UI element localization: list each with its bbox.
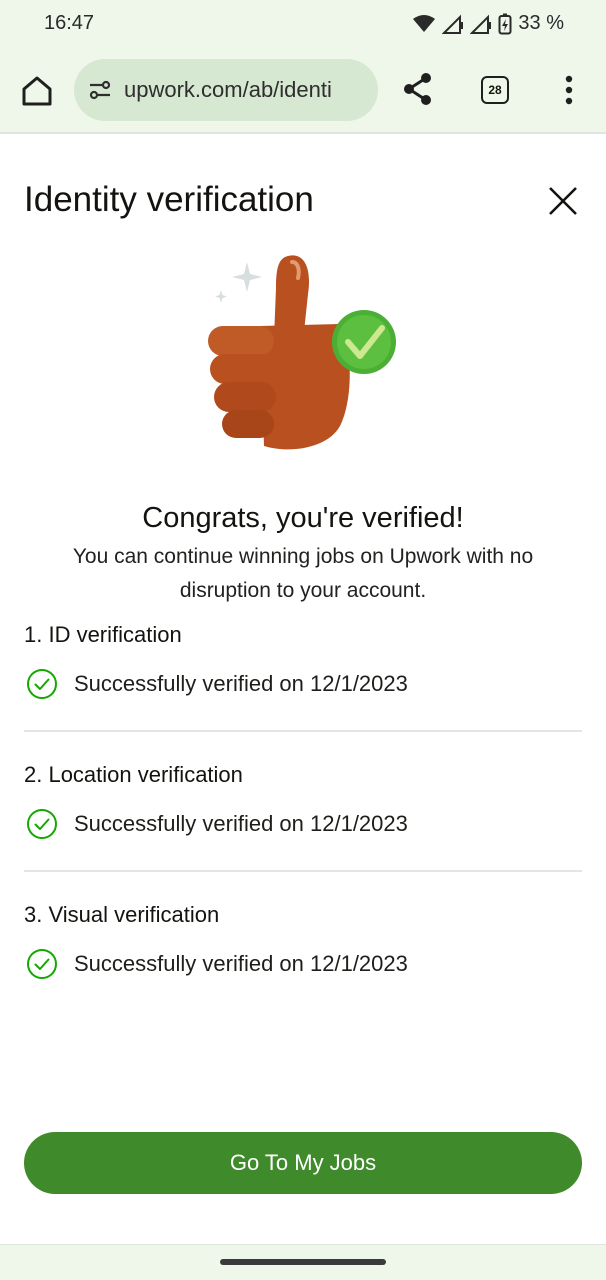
signal-icon — [442, 14, 464, 34]
url-text[interactable]: upwork.com/ab/identi — [124, 77, 332, 103]
close-icon[interactable] — [548, 186, 578, 216]
step-status-text: Successfully verified on 12/1/2023 — [74, 671, 408, 696]
congrats-heading: Congrats, you're verified! — [142, 502, 464, 534]
status-time: 16:47 — [44, 12, 95, 34]
status-icons: 33 % — [412, 12, 564, 35]
congrats-subtitle: You can continue winning jobs on Upwork … — [72, 545, 534, 602]
battery-charging-icon — [498, 13, 512, 34]
battery-percent: 33 % — [518, 12, 564, 34]
step-status-text: Successfully verified on 12/1/2023 — [74, 951, 408, 976]
page-title: Identity verification — [24, 180, 314, 219]
home-icon[interactable] — [20, 74, 54, 108]
go-to-my-jobs-button[interactable]: Go To My Jobs — [24, 1132, 582, 1194]
step-status-visual: Successfully verified on 12/1/2023 — [26, 948, 408, 980]
divider — [24, 870, 582, 872]
status-bar: 16:47 33 % — [0, 0, 606, 50]
browser-toolbar: upwork.com/ab/identi 28 — [0, 50, 606, 134]
step-title-id: 1. ID verification — [24, 622, 182, 647]
step-status-text: Successfully verified on 12/1/2023 — [74, 811, 408, 836]
tab-switcher-icon[interactable]: 28 — [481, 76, 509, 104]
check-circle-icon — [27, 949, 57, 979]
wifi-icon — [413, 14, 436, 32]
step-status-id: Successfully verified on 12/1/2023 — [26, 668, 408, 700]
check-circle-icon — [27, 669, 57, 699]
more-vert-icon[interactable] — [560, 74, 578, 106]
step-status-location: Successfully verified on 12/1/2023 — [26, 808, 408, 840]
step-title-location: 2. Location verification — [24, 762, 243, 787]
gesture-handle[interactable] — [220, 1259, 386, 1265]
address-bar[interactable]: upwork.com/ab/identi — [74, 59, 378, 121]
signal-icon-2 — [470, 14, 492, 34]
check-circle-icon — [27, 809, 57, 839]
tune-icon[interactable] — [88, 78, 112, 102]
thumbs-up-check-illustration — [208, 255, 396, 450]
divider — [24, 730, 582, 732]
step-title-visual: 3. Visual verification — [24, 902, 220, 927]
share-icon[interactable] — [402, 72, 434, 106]
navigation-bar — [0, 1244, 606, 1280]
